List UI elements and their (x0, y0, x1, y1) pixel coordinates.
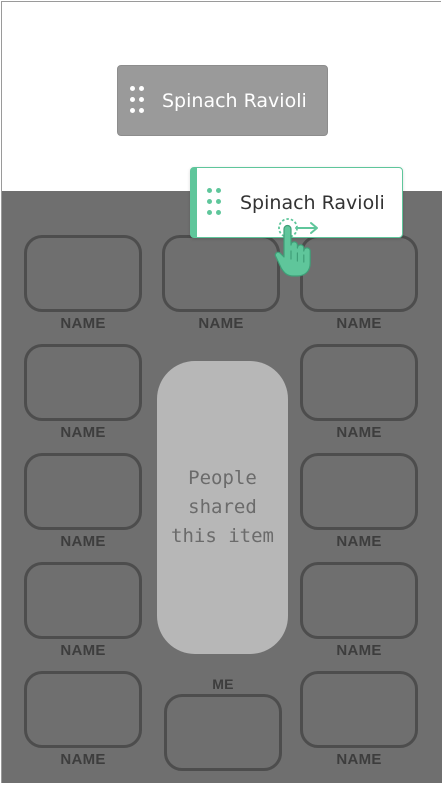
pointer-hand-icon (274, 218, 318, 277)
seat-name: NAME (336, 424, 382, 441)
seat-4[interactable] (24, 344, 142, 421)
seat-name: NAME (336, 751, 382, 768)
me-seat-label: ME (212, 676, 234, 692)
source-item-chip[interactable]: Spinach Ravioli (117, 65, 328, 136)
seat-9[interactable] (300, 562, 418, 639)
seat-5[interactable] (300, 344, 418, 421)
seat-name: NAME (60, 424, 106, 441)
seat-1[interactable] (24, 235, 142, 312)
seat-name: NAME (60, 751, 106, 768)
seat-6[interactable] (24, 453, 142, 530)
seat-name: NAME (336, 315, 382, 332)
seat-name: NAME (336, 642, 382, 659)
shared-people-text: People shared this item (171, 467, 274, 547)
seat-10[interactable] (24, 671, 142, 748)
seat-7[interactable] (300, 453, 418, 530)
seat-name: NAME (60, 315, 106, 332)
seat-name: NAME (60, 642, 106, 659)
seat-name: NAME (60, 533, 106, 550)
drag-handle-icon (207, 187, 223, 218)
seat-name: NAME (198, 315, 244, 332)
seat-8[interactable] (24, 562, 142, 639)
seat-2[interactable] (162, 235, 280, 312)
source-item-label: Spinach Ravioli (162, 89, 307, 112)
seat-name: NAME (336, 533, 382, 550)
me-seat[interactable] (164, 694, 282, 771)
shared-people-panel[interactable]: People shared this item (157, 361, 288, 654)
drag-handle-icon (130, 85, 146, 116)
seat-12[interactable] (300, 671, 418, 748)
dragged-item-label: Spinach Ravioli (240, 191, 385, 214)
